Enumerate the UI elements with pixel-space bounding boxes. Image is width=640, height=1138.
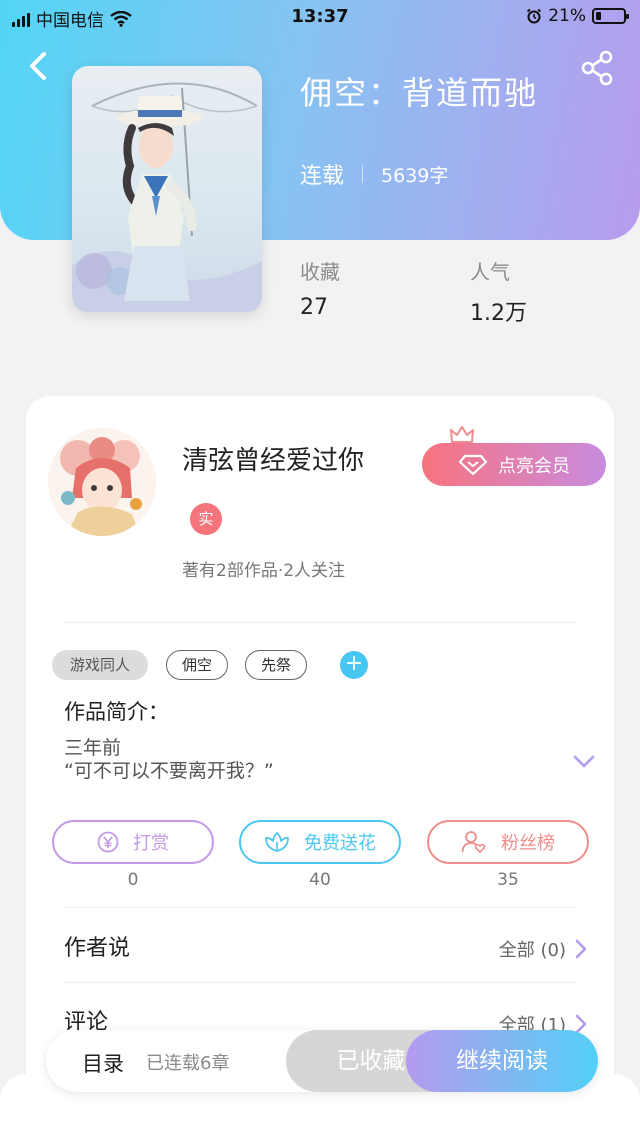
author-avatar[interactable] [48,428,156,536]
send-flower-button[interactable]: 免费送花 [239,820,401,864]
stat-popularity: 人气 1.2万 [470,256,527,327]
fan-ranking-button[interactable]: 粉丝榜 [427,820,589,864]
vip-button[interactable]: 点亮会员 [422,443,606,486]
back-button[interactable] [20,46,60,86]
share-button[interactable] [578,48,618,88]
battery-percent: 21% [548,6,586,26]
chevron-right-icon [575,939,587,959]
author-meta: 著有2部作品·2人关注 [182,561,346,581]
add-tag-button[interactable]: + [340,651,368,679]
cover-illustration [72,66,262,312]
tip-label: 打赏 [133,833,169,854]
avatar-illustration [48,428,156,536]
stat-value: 27 [300,295,328,320]
author-says-more-label: 全部 (0) [498,940,566,961]
intro-title: 作品简介： [64,700,169,724]
toc-button[interactable]: 目录 [82,1048,124,1078]
vip-label: 点亮会员 [498,455,570,477]
chevron-down-icon[interactable] [572,752,596,772]
chevron-left-icon [30,52,46,80]
chapter-count: 已连载6章 [146,1053,230,1074]
alarm-icon [527,8,542,24]
stat-value: 1.2万 [470,301,527,326]
stat-label: 收藏 [300,260,340,284]
book-meta: 连载 5639字 [300,158,448,190]
diamond-icon [458,454,488,475]
status-bar: 中国电信 13:37 21% [0,0,640,34]
author-name[interactable]: 清弦曾经爱过你 [182,440,364,477]
bottom-action-bar: 目录 已连载6章 已收藏 继续阅读 [46,1030,598,1092]
send-flower-label: 免费送花 [304,833,376,854]
book-title: 佣空：背道而驰 [300,74,539,112]
yen-coin-icon [97,831,119,853]
battery-icon [592,8,629,24]
flower-count: 40 [309,870,331,890]
tag-category[interactable]: 游戏同人 [52,650,148,680]
fan-count: 35 [497,870,519,890]
tip-button[interactable]: 打赏 [52,820,214,864]
flower-icon [265,832,289,852]
fan-user-icon [461,831,486,854]
tag-pairing[interactable]: 佣空 [166,650,228,680]
share-icon [581,50,613,86]
author-says-more-link[interactable]: 全部 (0) [499,936,588,962]
book-cover[interactable] [72,66,262,312]
serial-status: 连载 [300,164,345,189]
meta-divider [362,165,364,183]
intro-line: “可不可以不要离开我？” [64,760,274,782]
stat-label: 人气 [470,260,510,284]
tip-count: 0 [127,870,139,890]
divider [64,907,576,908]
continue-reading-button[interactable]: 继续阅读 [406,1030,598,1092]
author-says-title: 作者说 [64,936,131,961]
word-count: 5639字 [381,164,449,187]
tag-character[interactable]: 先祭 [245,650,307,680]
fan-ranking-label: 粉丝榜 [501,833,555,854]
divider [64,622,576,623]
stat-favorites: 收藏 27 [300,256,340,320]
verified-badge: 实 [190,503,222,535]
divider [64,982,576,983]
